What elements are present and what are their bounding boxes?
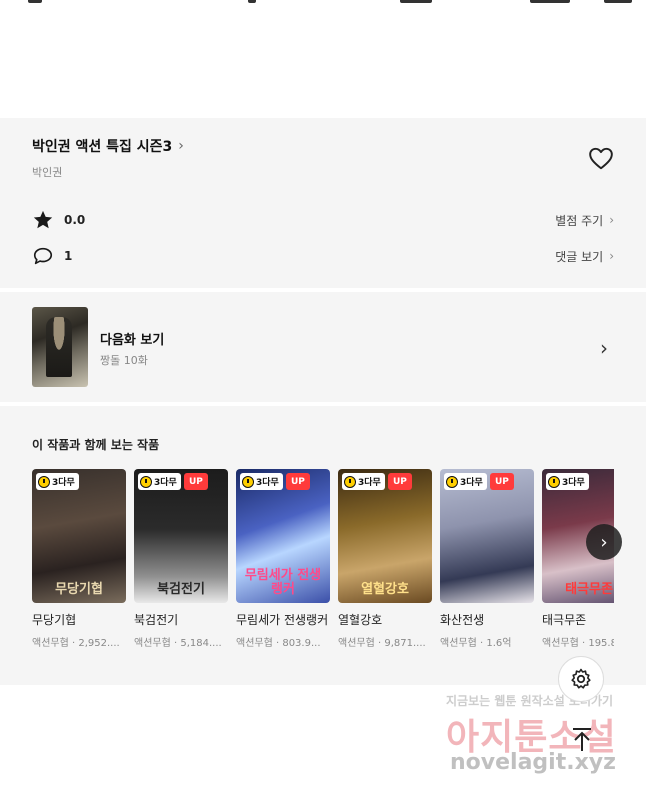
view-comments-label: 댓글 보기 bbox=[555, 249, 604, 264]
top-blank-area bbox=[0, 0, 646, 118]
heart-icon[interactable] bbox=[588, 146, 614, 170]
recommendation-card[interactable]: 3다무 UP 북검전기 북검전기 액션무협 · 5,184.... bbox=[134, 469, 228, 649]
recommendation-title: 무당기협 bbox=[32, 613, 77, 627]
chevron-right-icon: › bbox=[609, 249, 614, 263]
series-author: 박인권 bbox=[32, 166, 63, 179]
recommendation-cover: 3다무 UP bbox=[440, 469, 534, 603]
recommendation-meta: 액션무협 · 5,184.... bbox=[134, 638, 222, 649]
next-episode-panel[interactable]: 다음화 보기 짱돌 10화 › bbox=[0, 292, 646, 402]
rating-value: 0.0 bbox=[64, 213, 86, 227]
clock-icon bbox=[38, 475, 50, 488]
recommendation-meta: 액션무협 · 1.6억 bbox=[440, 638, 512, 649]
view-comments-button[interactable]: 댓글 보기 › bbox=[555, 248, 614, 265]
top-edge-fragment bbox=[28, 0, 42, 3]
clock-icon bbox=[242, 475, 254, 488]
free-wait-badge-label: 3다무 bbox=[562, 478, 585, 488]
up-badge: UP bbox=[388, 473, 412, 490]
recommendations-heading: 이 작품과 함께 보는 작품 bbox=[32, 438, 160, 452]
comment-row: 1 댓글 보기 › bbox=[32, 244, 614, 268]
recommendation-title: 화산전생 bbox=[440, 613, 485, 627]
recommendation-title: 북검전기 bbox=[134, 613, 179, 627]
chevron-right-icon: › bbox=[600, 531, 608, 553]
cover-title-art: 태극무존 bbox=[565, 582, 613, 597]
free-wait-badge: 3다무 bbox=[240, 473, 283, 490]
top-edge-fragment bbox=[248, 0, 256, 3]
next-episode-label: 다음화 보기 bbox=[100, 333, 165, 348]
series-title-link[interactable]: 박인권 액션 특집 시즌3 › bbox=[32, 136, 184, 156]
free-wait-badge: 3다무 bbox=[444, 473, 487, 490]
rate-button[interactable]: 별점 주기 › bbox=[555, 212, 614, 229]
recommendations-carousel[interactable]: 3다무 무당기협 무당기협 액션무협 · 2,952.... 3다무 UP 북검전기 북검전기… bbox=[32, 469, 614, 679]
next-episode-subtitle: 짱돌 10화 bbox=[100, 354, 148, 367]
clock-icon bbox=[446, 475, 458, 488]
recommendation-title: 무림세가 전생랭커 bbox=[236, 613, 329, 627]
clock-icon bbox=[140, 475, 152, 488]
cover-title-art: 북검전기 bbox=[157, 582, 205, 597]
cover-title-art: 무당기협 bbox=[55, 582, 103, 597]
cover-title-art: 열혈강호 bbox=[361, 582, 409, 597]
up-badge: UP bbox=[184, 473, 208, 490]
chevron-right-icon: › bbox=[600, 336, 608, 360]
scroll-to-top-button[interactable] bbox=[564, 722, 600, 758]
recommendation-card[interactable]: 3다무 UP 무림세가 전생랭커 무림세가 전생랭커 액션무협 · 803.9... bbox=[236, 469, 330, 649]
clock-icon bbox=[344, 475, 356, 488]
free-wait-badge-label: 3다무 bbox=[256, 478, 279, 488]
up-badge: UP bbox=[490, 473, 514, 490]
free-wait-badge-label: 3다무 bbox=[460, 478, 483, 488]
recommendation-cover: 3다무 UP 열혈강호 bbox=[338, 469, 432, 603]
free-wait-badge: 3다무 bbox=[36, 473, 79, 490]
recommendation-cover: 3다무 UP 북검전기 bbox=[134, 469, 228, 603]
free-wait-badge-label: 3다무 bbox=[154, 478, 177, 488]
series-info-panel: 박인권 액션 특집 시즌3 › 박인권 0.0 별점 주기 › 1 댓글 보기 … bbox=[0, 118, 646, 288]
up-badge: UP bbox=[286, 473, 310, 490]
cover-title-art: 무림세가 전생랭커 bbox=[244, 568, 322, 597]
watermark: 지금보는 웹툰 원작소설 보러가기 아지툰소설 novelagit.xyz bbox=[440, 690, 630, 790]
top-edge-fragment bbox=[530, 0, 570, 3]
settings-button[interactable] bbox=[558, 656, 604, 702]
recommendation-cover: 3다무 UP 무림세가 전생랭커 bbox=[236, 469, 330, 603]
comment-icon bbox=[33, 247, 53, 265]
free-wait-badge-label: 3다무 bbox=[358, 478, 381, 488]
recommendation-card[interactable]: 3다무 무당기협 무당기협 액션무협 · 2,952.... bbox=[32, 469, 126, 649]
recommendation-meta: 액션무협 · 2,952.... bbox=[32, 638, 120, 649]
free-wait-badge: 3다무 bbox=[546, 473, 589, 490]
arrow-up-icon bbox=[573, 728, 591, 751]
star-icon bbox=[33, 210, 53, 229]
chevron-right-icon: › bbox=[609, 213, 614, 227]
top-edge-fragment bbox=[604, 0, 632, 3]
free-wait-badge: 3다무 bbox=[342, 473, 385, 490]
clock-icon bbox=[548, 475, 560, 488]
chevron-right-icon: › bbox=[178, 138, 184, 154]
comment-count: 1 bbox=[64, 249, 73, 263]
recommendation-cover: 3다무무당기협 bbox=[32, 469, 126, 603]
free-wait-badge-label: 3다무 bbox=[52, 478, 75, 488]
recommendation-meta: 액션무협 · 195.8 bbox=[542, 638, 614, 649]
recommendation-meta: 액션무협 · 803.9... bbox=[236, 638, 321, 649]
recommendations-panel: 이 작품과 함께 보는 작품 3다무 무당기협 무당기협 액션무협 · 2,952..… bbox=[0, 406, 646, 685]
recommendation-title: 열혈강호 bbox=[338, 613, 383, 627]
top-edge-fragment bbox=[400, 0, 432, 3]
gear-icon bbox=[571, 668, 591, 689]
next-episode-thumbnail bbox=[32, 307, 88, 387]
rating-row: 0.0 별점 주기 › bbox=[32, 208, 614, 232]
recommendation-card[interactable]: 3다무 UP 열혈강호 열혈강호 액션무협 · 9,871.... bbox=[338, 469, 432, 649]
carousel-next-button[interactable]: › bbox=[586, 524, 622, 560]
free-wait-badge: 3다무 bbox=[138, 473, 181, 490]
recommendation-title: 태극무존 bbox=[542, 613, 587, 627]
recommendation-meta: 액션무협 · 9,871.... bbox=[338, 638, 426, 649]
series-title: 박인권 액션 특집 시즌3 bbox=[32, 139, 173, 155]
recommendation-card[interactable]: 3다무 UP 화산전생액션무협 · 1.6억 bbox=[440, 469, 534, 649]
rate-button-label: 별점 주기 bbox=[555, 213, 604, 228]
